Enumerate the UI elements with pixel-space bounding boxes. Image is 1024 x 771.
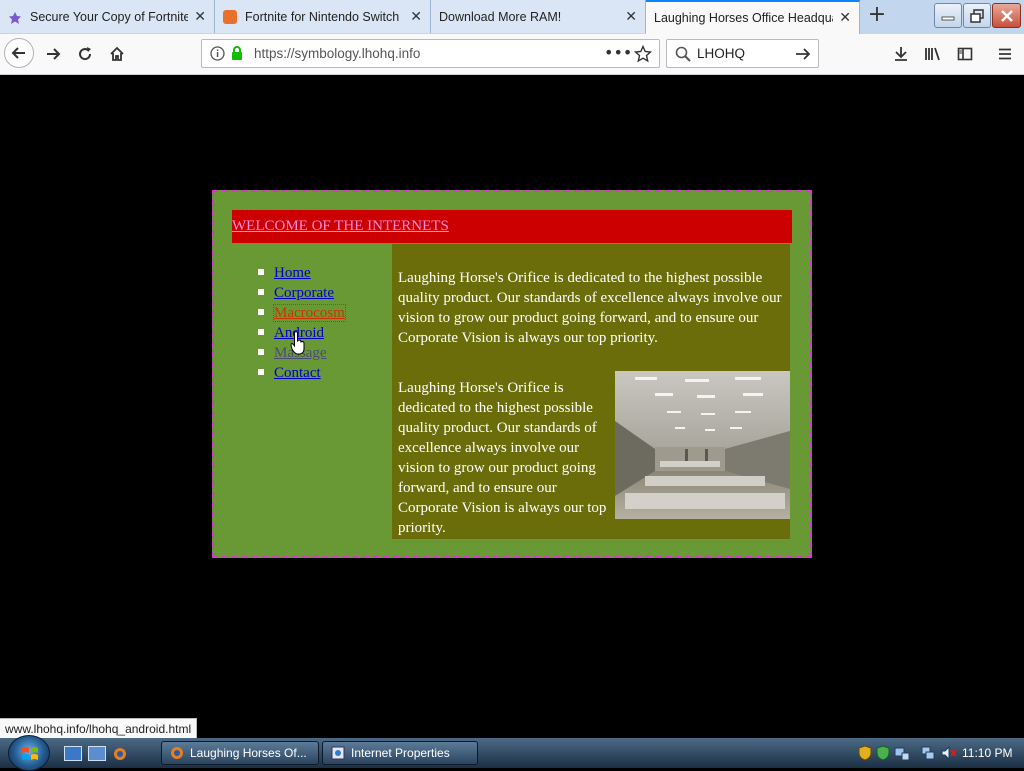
tab-label: Download More RAM! [439,9,562,24]
nav-item-macrocosm: Macrocosm [258,302,346,322]
taskbar: Laughing Horses Of... Internet Propertie… [0,735,1024,771]
sidebar-button[interactable] [950,39,980,69]
search-go-arrow-icon[interactable] [795,46,811,66]
forward-arrow-icon [47,48,61,60]
info-icon[interactable] [210,46,225,65]
bookmark-star-icon[interactable] [633,44,653,67]
close-tab-icon[interactable]: ✕ [194,9,206,25]
taskbar-button-label: Laughing Horses Of... [190,746,307,760]
forward-button[interactable] [38,39,68,69]
sidebar-icon [957,47,973,61]
reload-icon [79,47,92,61]
page-actions-icon[interactable]: ••• [604,43,632,62]
volume-muted-icon[interactable] [940,745,958,765]
tab-download-ram[interactable]: Download More RAM! ✕ [431,0,646,33]
nav-link-macrocosm[interactable]: Macrocosm [273,304,346,322]
site-nav: Home Corporate Macrocosm Android Massage… [258,262,346,382]
navigation-toolbar: https://symbology.lhohq.info ••• LHOHQ [0,34,1024,75]
tab-strip: Secure Your Copy of Fortnite ✕ Fortnite … [0,0,1024,34]
nintendo-favicon-icon [223,9,237,24]
tab-laughing-horses[interactable]: Laughing Horses Office Headquarters ✕ [646,0,860,34]
tab-label: Fortnite for Nintendo Switch [245,9,400,24]
windows-logo-icon [22,747,38,760]
taskbar-button-firefox[interactable]: Laughing Horses Of... [161,741,319,765]
firefox-icon [170,746,184,760]
hamburger-menu-icon [999,48,1011,60]
close-tab-icon[interactable]: ✕ [839,10,851,26]
reload-button[interactable] [70,39,100,69]
search-icon [675,46,691,66]
close-tab-icon[interactable]: ✕ [625,9,637,25]
internet-properties-icon [331,746,345,760]
welcome-banner: WELCOME OF THE INTERNETS [232,210,792,243]
nav-link-contact[interactable]: Contact [274,365,321,381]
url-text: https://symbology.lhohq.info [254,46,421,61]
nav-link-home[interactable]: Home [274,265,311,281]
mission-paragraph-1: Laughing Horse's Orifice is dedicated to… [398,270,782,346]
content-panel: Laughing Horse's Orifice is dedicated to… [392,244,790,539]
nav-link-corporate[interactable]: Corporate [274,285,334,301]
library-icon [925,47,940,61]
minimize-button[interactable] [934,3,962,28]
home-button[interactable] [102,39,132,69]
search-input[interactable]: LHOHQ [697,46,745,61]
taskbar-button-internet-properties[interactable]: Internet Properties [322,741,478,765]
hand-cursor-icon [290,331,305,355]
security-shield-icon[interactable] [858,745,872,765]
tab-label: Secure Your Copy of Fortnite [30,9,189,24]
action-center-icon[interactable] [876,745,890,765]
devices-icon[interactable] [894,745,910,765]
library-button[interactable] [918,39,948,69]
search-bar[interactable]: LHOHQ [666,39,819,68]
taskbar-button-label: Internet Properties [351,746,450,760]
download-icon [895,47,907,61]
downloads-button[interactable] [886,39,916,69]
new-tab-icon[interactable]: + [864,3,890,29]
tab-label: Laughing Horses Office Headquarters [654,11,833,25]
show-desktop-icon[interactable] [64,746,82,761]
close-window-button[interactable] [992,3,1021,28]
home-icon [110,46,124,61]
star-favicon-icon [8,10,22,24]
page-frame: WELCOME OF THE INTERNETS Home Corporate … [212,190,812,558]
start-button[interactable] [8,735,50,771]
network-icon[interactable] [920,745,936,765]
nav-item-corporate: Corporate [258,282,345,302]
lock-icon[interactable] [230,45,244,65]
switch-windows-icon[interactable] [88,746,106,761]
close-tab-icon[interactable]: ✕ [410,9,422,25]
menu-button[interactable] [990,39,1020,69]
tab-secure-fortnite[interactable]: Secure Your Copy of Fortnite ✕ [0,0,215,33]
back-arrow-icon [11,47,25,59]
system-clock[interactable]: 11:10 PM [962,746,1012,760]
mission-paragraph-2: Laughing Horse's Orifice is dedicated to… [398,380,607,536]
office-photo [615,371,790,519]
firefox-quicklaunch-icon[interactable] [112,746,128,760]
welcome-link[interactable]: WELCOME OF THE INTERNETS [232,218,449,235]
tab-fortnite-switch[interactable]: Fortnite for Nintendo Switch ✕ [215,0,431,33]
nav-item-contact: Contact [258,362,345,382]
address-bar[interactable]: https://symbology.lhohq.info ••• [201,39,660,68]
nav-item-home: Home [258,262,345,282]
restore-button[interactable] [963,3,991,28]
back-button[interactable] [4,38,34,68]
